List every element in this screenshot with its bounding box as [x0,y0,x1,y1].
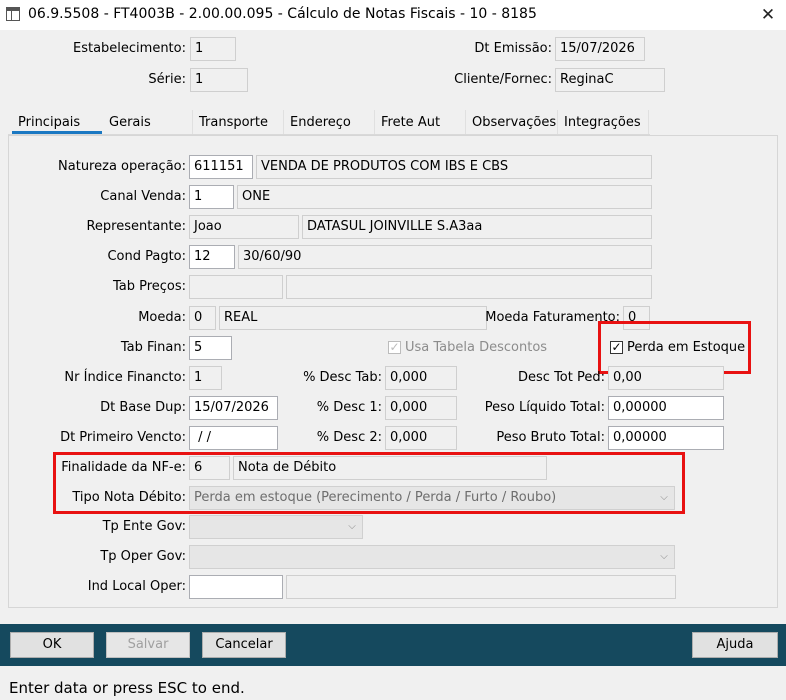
perda-em-estoque-checkbox[interactable]: ✓ [610,341,623,354]
status-bar: Enter data or press ESC to end. [9,679,245,697]
chevron-down-icon: ⌵ [660,492,668,503]
nr-indice-field[interactable]: 1 [189,366,222,390]
desc-1-field[interactable]: 0,000 [385,396,457,420]
estabelecimento-label: Estabelecimento: [72,41,186,56]
ind-local-oper-desc-field [286,575,676,599]
tab-frete-aut[interactable]: Frete Aut [379,114,442,134]
tp-ente-gov-label: Tp Ente Gov: [102,519,186,534]
cond-pagto-desc-field: 30/60/90 [238,245,652,269]
desc-2-field[interactable]: 0,000 [385,426,457,450]
cliente-field: ReginaC [555,68,665,92]
natureza-code-field[interactable]: 611151 [189,155,253,179]
dt-base-dup-field[interactable]: 15/07/2026 [189,396,278,420]
tab-precos-label: Tab Preços: [112,279,186,294]
cond-pagto-code-field[interactable]: 12 [189,245,235,269]
chevron-down-icon: ⌵ [660,551,668,562]
desc-tot-ped-label: Desc Tot Ped: [518,370,605,385]
cancelar-button[interactable]: Cancelar [202,632,286,658]
desc-tab-label: % Desc Tab: [303,370,382,385]
estabelecimento-field: 1 [190,37,236,61]
natureza-desc-field: VENDA DE PRODUTOS COM IBS E CBS [256,155,652,179]
dt-primeiro-vencto-field[interactable]: / / [189,426,278,450]
usa-tabela-descontos-label: Usa Tabela Descontos [405,340,548,355]
natureza-label: Natureza operação: [58,159,186,174]
tab-separator [557,110,558,134]
moeda-code-field[interactable]: 0 [189,306,216,330]
window-title: 06.9.5508 - FT4003B - 2.00.00.095 - Cálc… [28,6,537,22]
dt-base-dup-label: Dt Base Dup: [100,400,186,415]
tab-precos-code-field[interactable] [189,275,283,299]
peso-bruto-label: Peso Bruto Total: [496,430,605,445]
app-window-icon [6,7,20,21]
desc-tab-field[interactable]: 0,000 [385,366,457,390]
ok-button[interactable]: OK [10,632,94,658]
dt-emissao-field: 15/07/2026 [555,37,645,61]
tab-endereco[interactable]: Endereço [288,114,353,134]
tp-ente-gov-select[interactable] [189,515,363,539]
representante-code-field[interactable]: Joao [189,215,299,239]
tipo-nota-debito-select[interactable]: Perda em estoque (Perecimento / Perda / … [189,486,675,510]
cond-pagto-label: Cond Pagto: [107,249,186,264]
canal-venda-label: Canal Venda: [100,189,186,204]
cliente-label: Cliente/Fornec: [454,72,552,87]
desc-tot-ped-field[interactable]: 0,00 [608,366,724,390]
nr-indice-label: Nr Índice Financto: [64,370,186,385]
tab-observacoes[interactable]: Observações [470,114,558,134]
peso-bruto-field[interactable]: 0,00000 [608,426,724,450]
finalidade-nfe-label: Finalidade da NF-e: [61,460,186,475]
moeda-desc-field: REAL [219,306,487,330]
canal-venda-code-field[interactable]: 1 [189,185,234,209]
finalidade-code-field[interactable]: 6 [189,456,230,480]
tp-oper-gov-select[interactable] [189,545,675,569]
tab-separator [648,110,649,134]
peso-liquido-field[interactable]: 0,00000 [608,396,724,420]
tab-separator [283,110,284,134]
ind-local-oper-label: Ind Local Oper: [87,579,186,594]
tab-integracoes[interactable]: Integrações [562,114,643,134]
tab-transporte[interactable]: Transporte [197,114,270,134]
tp-oper-gov-label: Tp Oper Gov: [100,549,186,564]
desc-2-label: % Desc 2: [316,430,382,445]
canal-venda-desc-field: ONE [237,185,652,209]
tab-gerais[interactable]: Gerais [107,114,153,134]
representante-label: Representante: [86,219,186,234]
serie-field: 1 [190,68,248,92]
usa-tabela-descontos-checkbox[interactable]: ✓ [388,341,401,354]
perda-em-estoque-label: Perda em Estoque [627,340,746,355]
moeda-label: Moeda: [138,310,186,325]
tipo-nota-debito-value: Perda em estoque (Perecimento / Perda / … [194,490,557,505]
salvar-button[interactable]: Salvar [106,632,190,658]
ajuda-button[interactable]: Ajuda [692,632,778,658]
finalidade-desc-field: Nota de Débito [233,456,547,480]
tab-finan-label: Tab Finan: [120,340,186,355]
close-icon[interactable]: ✕ [750,0,786,30]
ind-local-oper-code-field[interactable] [189,575,283,599]
peso-liquido-label: Peso Líquido Total: [484,400,605,415]
dt-emissao-label: Dt Emissão: [474,41,552,56]
serie-label: Série: [148,72,186,87]
tab-separator [374,110,375,134]
tab-finan-field[interactable]: 5 [189,336,232,360]
tab-separator [465,110,466,134]
title-bar: 06.9.5508 - FT4003B - 2.00.00.095 - Cálc… [0,0,786,30]
tab-precos-desc-field [286,275,652,299]
representante-desc-field: DATASUL JOINVILLE S.A3aa [302,215,652,239]
tab-separator [192,110,193,134]
tipo-nota-debito-label: Tipo Nota Débito: [72,490,186,505]
dt-primeiro-vencto-label: Dt Primeiro Vencto: [60,430,186,445]
desc-1-label: % Desc 1: [316,400,382,415]
chevron-down-icon: ⌵ [348,521,356,532]
